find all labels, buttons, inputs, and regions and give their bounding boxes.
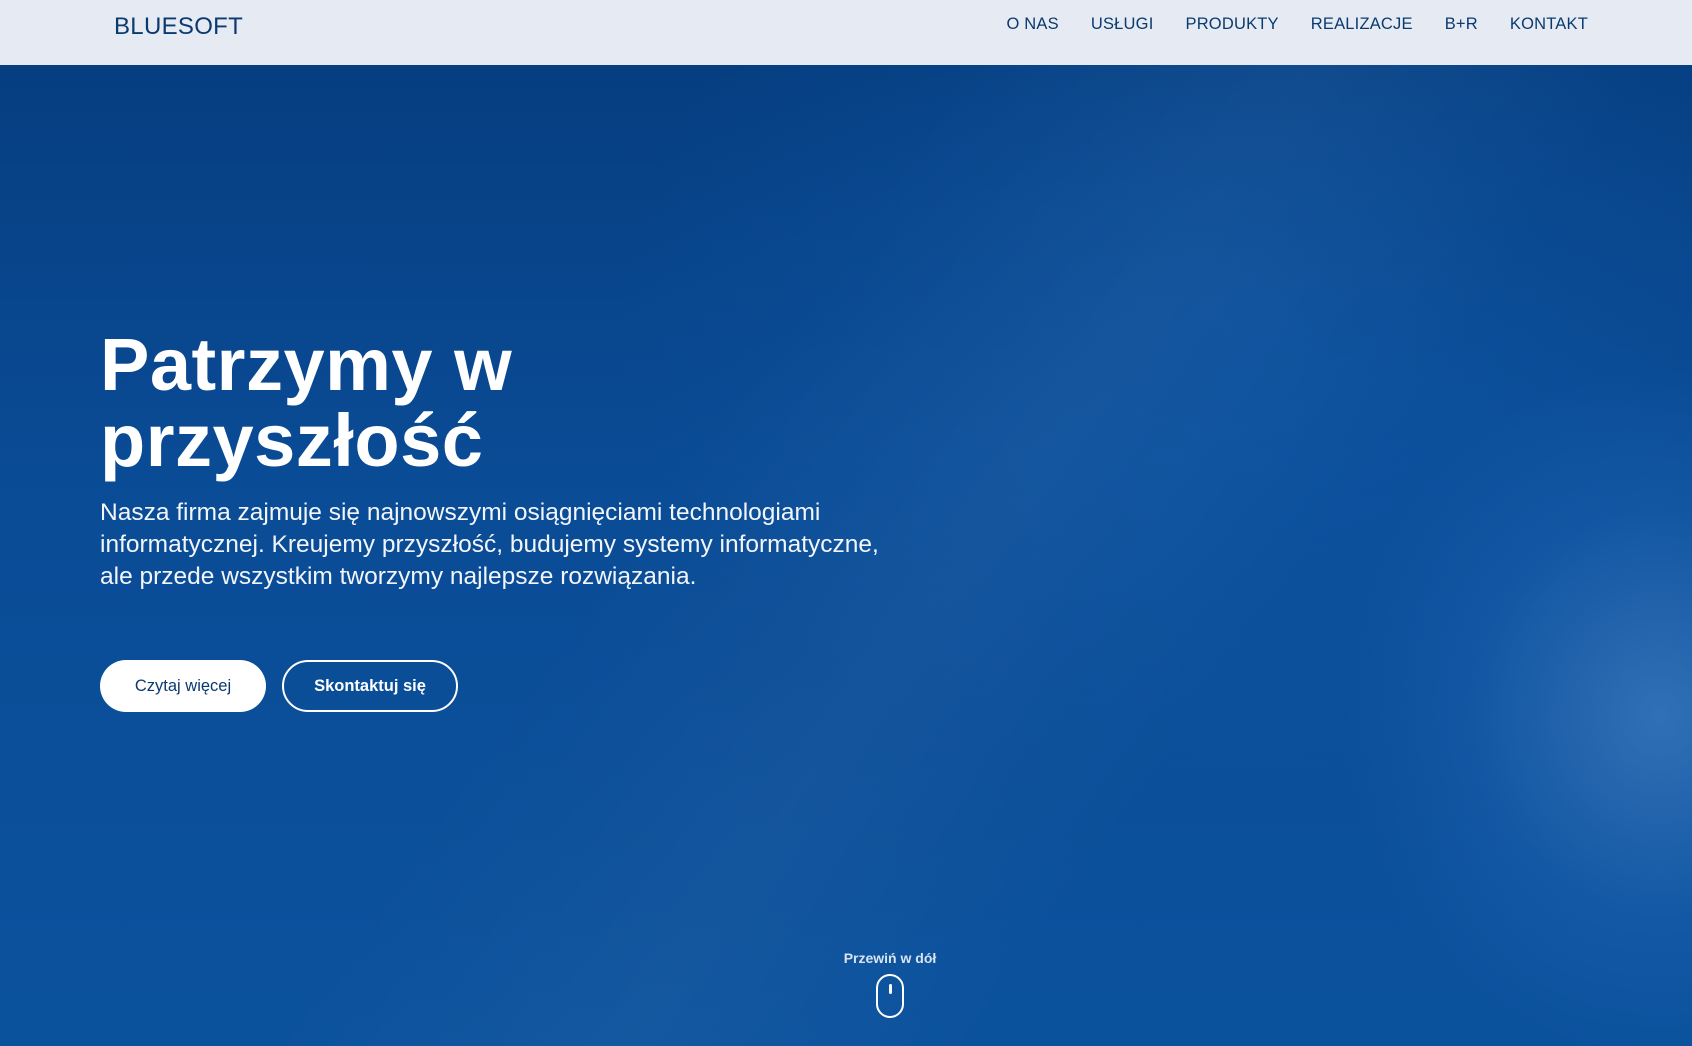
scroll-label: Przewiń w dół [843,950,937,966]
hero-section: Patrzymy w przyszłość Nasza firma zajmuj… [0,65,1692,1046]
hero-description: Nasza firma zajmuje się najnowszymi osią… [100,499,879,590]
contact-button[interactable]: Skontaktuj się [282,660,458,712]
nav-item-realizacje: REALIZACJE [1311,15,1413,34]
nav-link-realizacje[interactable]: REALIZACJE [1311,15,1413,33]
nav-item-produkty: PRODUKTY [1185,15,1278,34]
nav-link-kontakt[interactable]: KONTAKT [1510,15,1588,33]
site-header: BLUESOFT O NAS USŁUGI PRODUKTY REALIZACJ… [0,0,1692,65]
main-nav: O NAS USŁUGI PRODUKTY REALIZACJE B+R KON… [1006,15,1588,34]
nav-link-produkty[interactable]: PRODUKTY [1185,15,1278,33]
read-more-button[interactable]: Czytaj więcej [100,660,266,712]
page: BLUESOFT O NAS USŁUGI PRODUKTY REALIZACJ… [0,0,1692,1046]
nav-item-o-nas: O NAS [1006,15,1058,34]
hero-title-line-2: przyszłość [100,399,484,482]
logo[interactable]: BLUESOFT [114,13,243,41]
nav-link-b-r[interactable]: B+R [1445,15,1478,33]
mouse-icon[interactable] [876,974,904,1018]
scroll-hint: Przewiń w dół [790,950,990,1023]
nav-item-b-r: B+R [1445,15,1478,34]
hero-title: Patrzymy w przyszłość [100,327,800,479]
nav-item-uslugi: USŁUGI [1091,15,1154,34]
nav-link-uslugi[interactable]: USŁUGI [1091,15,1154,33]
hero-title-line-1: Patrzymy w [100,323,513,406]
nav-link-o-nas[interactable]: O NAS [1006,15,1058,33]
nav-item-kontakt: KONTAKT [1510,15,1588,34]
